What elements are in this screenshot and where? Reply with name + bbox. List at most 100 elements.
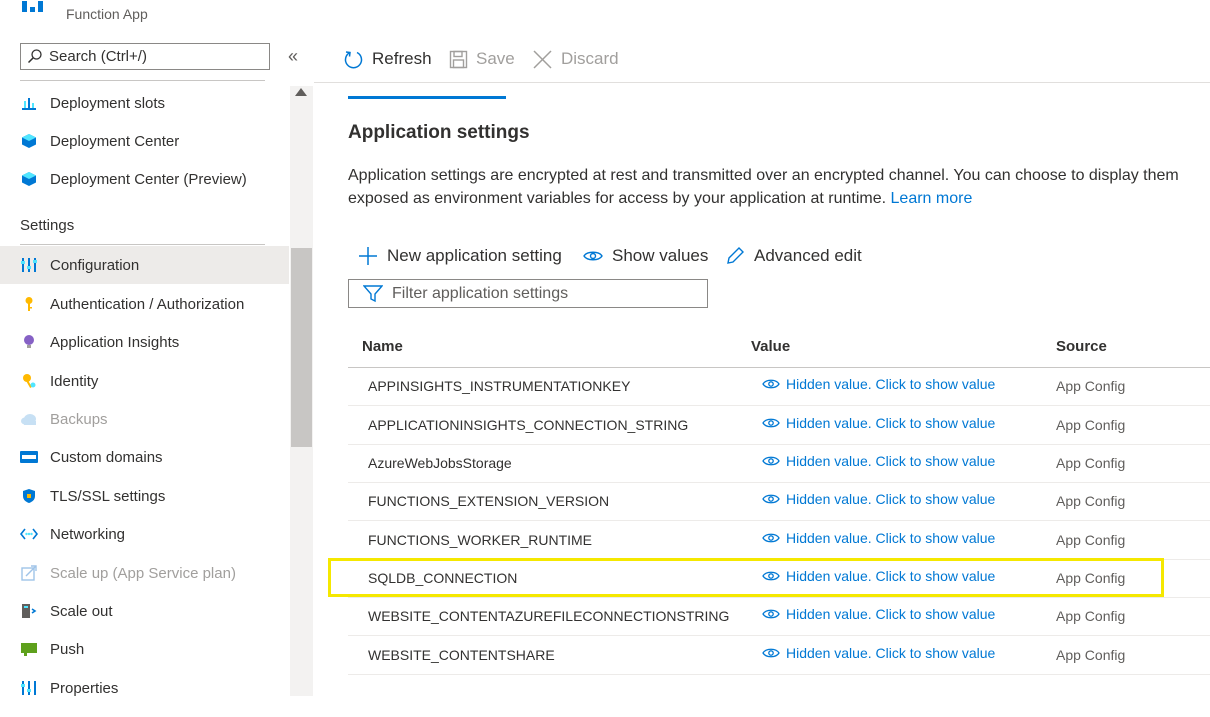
setting-source: App Config (1056, 417, 1126, 433)
eye-icon (583, 249, 603, 263)
eye-icon (762, 493, 780, 505)
sidebar-item-deployment-center-preview[interactable]: Deployment Center (Preview) (0, 160, 289, 198)
sidebar-item-identity[interactable]: Identity (0, 362, 289, 400)
identity-key-icon (20, 372, 38, 390)
value-text: Hidden value. Click to show value (786, 530, 996, 546)
page-title: Application settings (348, 122, 530, 143)
sidebar-item-tls-ssl[interactable]: TLS/SSL settings (0, 477, 289, 515)
table-row[interactable]: APPINSIGHTS_INSTRUMENTATIONKEY Hidden va… (348, 368, 1210, 406)
column-header-source[interactable]: Source (1056, 338, 1107, 355)
eye-icon (762, 417, 780, 429)
key-icon (20, 295, 38, 313)
setting-name: FUNCTIONS_EXTENSION_VERSION (368, 493, 610, 509)
refresh-button[interactable]: Refresh (343, 47, 432, 71)
sidebar-item-backups[interactable]: Backups (0, 400, 289, 438)
filter-input[interactable] (392, 284, 692, 304)
divider (20, 80, 265, 81)
value-text: Hidden value. Click to show value (786, 415, 996, 431)
sidebar-item-scale-up[interactable]: Scale up (App Service plan) (0, 554, 289, 592)
lightbulb-icon (20, 333, 38, 351)
table-row[interactable]: AzureWebJobsStorage Hidden value. Click … (348, 445, 1210, 483)
setting-source: App Config (1056, 647, 1126, 663)
sidebar-item-networking[interactable]: Networking (0, 515, 289, 553)
sidebar-item-scale-out[interactable]: Scale out (0, 592, 289, 630)
close-icon (532, 49, 553, 70)
sidebar-item-properties[interactable]: Properties (0, 669, 289, 707)
deployment-center-icon (20, 132, 38, 150)
push-icon (20, 640, 38, 658)
hidden-value-link[interactable]: Hidden value. Click to show value (762, 453, 995, 469)
collapse-sidebar-icon[interactable]: « (288, 46, 298, 67)
pencil-icon (725, 246, 745, 266)
section-title-settings: Settings (20, 217, 75, 234)
deployment-center-icon (20, 170, 38, 188)
scale-up-icon (20, 564, 38, 582)
setting-source: App Config (1056, 532, 1126, 548)
setting-name: WEBSITE_CONTENTAZUREFILECONNECTIONSTRING (368, 608, 730, 624)
sidebar-item-push[interactable]: Push (0, 630, 289, 668)
scale-out-icon (20, 602, 38, 620)
filter-icon (363, 285, 383, 303)
sidebar-item-deployment-slots[interactable]: Deployment slots (0, 84, 289, 122)
setting-source: App Config (1056, 608, 1126, 624)
cloud-icon (20, 410, 38, 428)
value-text: Hidden value. Click to show value (786, 491, 996, 507)
new-application-setting-button[interactable]: New application setting (358, 244, 562, 268)
sidebar-item-custom-domains[interactable]: Custom domains (0, 438, 289, 476)
advanced-edit-button[interactable]: Advanced edit (725, 244, 862, 268)
search-input[interactable] (49, 46, 264, 67)
learn-more-link[interactable]: Learn more (891, 190, 973, 207)
setting-name: WEBSITE_CONTENTSHARE (368, 647, 555, 663)
eye-icon (762, 455, 780, 467)
search-icon (27, 49, 42, 64)
sidebar-item-application-insights[interactable]: Application Insights (0, 323, 289, 361)
value-text: Hidden value. Click to show value (786, 453, 996, 469)
table-row[interactable]: WEBSITE_CONTENTAZUREFILECONNECTIONSTRING… (348, 598, 1210, 636)
deployment-slots-icon (20, 94, 38, 112)
show-values-button[interactable]: Show values (583, 244, 708, 268)
setting-source: App Config (1056, 493, 1126, 509)
configuration-icon (20, 256, 38, 274)
search-box[interactable] (20, 43, 270, 70)
advanced-edit-label: Advanced edit (754, 246, 862, 265)
sidebar-item-deployment-center[interactable]: Deployment Center (0, 122, 289, 160)
highlight-box (328, 558, 1164, 597)
sidebar-item-authentication[interactable]: Authentication / Authorization (0, 285, 289, 323)
shield-icon (20, 487, 38, 505)
refresh-icon (343, 49, 364, 70)
save-icon (449, 50, 468, 69)
description-line: Application settings are encrypted at re… (348, 167, 1179, 184)
divider (20, 244, 265, 245)
tab-application-settings-underline (348, 96, 506, 99)
setting-source: App Config (1056, 378, 1126, 394)
eye-icon (762, 647, 780, 659)
hidden-value-link[interactable]: Hidden value. Click to show value (762, 530, 995, 546)
table-row[interactable]: FUNCTIONS_WORKER_RUNTIME Hidden value. C… (348, 522, 1210, 560)
discard-label: Discard (561, 49, 619, 68)
description: Application settings are encrypted at re… (348, 164, 1210, 210)
refresh-label: Refresh (372, 49, 432, 68)
table-row[interactable]: WEBSITE_CONTENTSHARE Hidden value. Click… (348, 637, 1210, 675)
column-header-value[interactable]: Value (751, 338, 790, 355)
column-header-name[interactable]: Name (362, 338, 403, 355)
table-row[interactable]: APPLICATIONINSIGHTS_CONNECTION_STRING Hi… (348, 407, 1210, 445)
networking-icon (20, 525, 38, 543)
plus-icon (358, 246, 378, 266)
save-button[interactable]: Save (449, 47, 515, 71)
sidebar-scrollbar-thumb[interactable] (291, 248, 312, 447)
scroll-up-arrow-icon[interactable] (295, 88, 307, 96)
filter-box[interactable] (348, 279, 708, 308)
resource-type-label: Function App (66, 6, 148, 22)
eye-icon (762, 608, 780, 620)
discard-button[interactable]: Discard (532, 47, 619, 71)
hidden-value-link[interactable]: Hidden value. Click to show value (762, 376, 995, 392)
eye-icon (762, 532, 780, 544)
hidden-value-link[interactable]: Hidden value. Click to show value (762, 415, 995, 431)
hidden-value-link[interactable]: Hidden value. Click to show value (762, 606, 995, 622)
sidebar-item-configuration[interactable]: Configuration (0, 246, 289, 284)
table-row[interactable]: FUNCTIONS_EXTENSION_VERSION Hidden value… (348, 483, 1210, 521)
properties-icon (20, 679, 38, 697)
hidden-value-link[interactable]: Hidden value. Click to show value (762, 491, 995, 507)
hidden-value-link[interactable]: Hidden value. Click to show value (762, 645, 995, 661)
save-label: Save (476, 49, 515, 68)
